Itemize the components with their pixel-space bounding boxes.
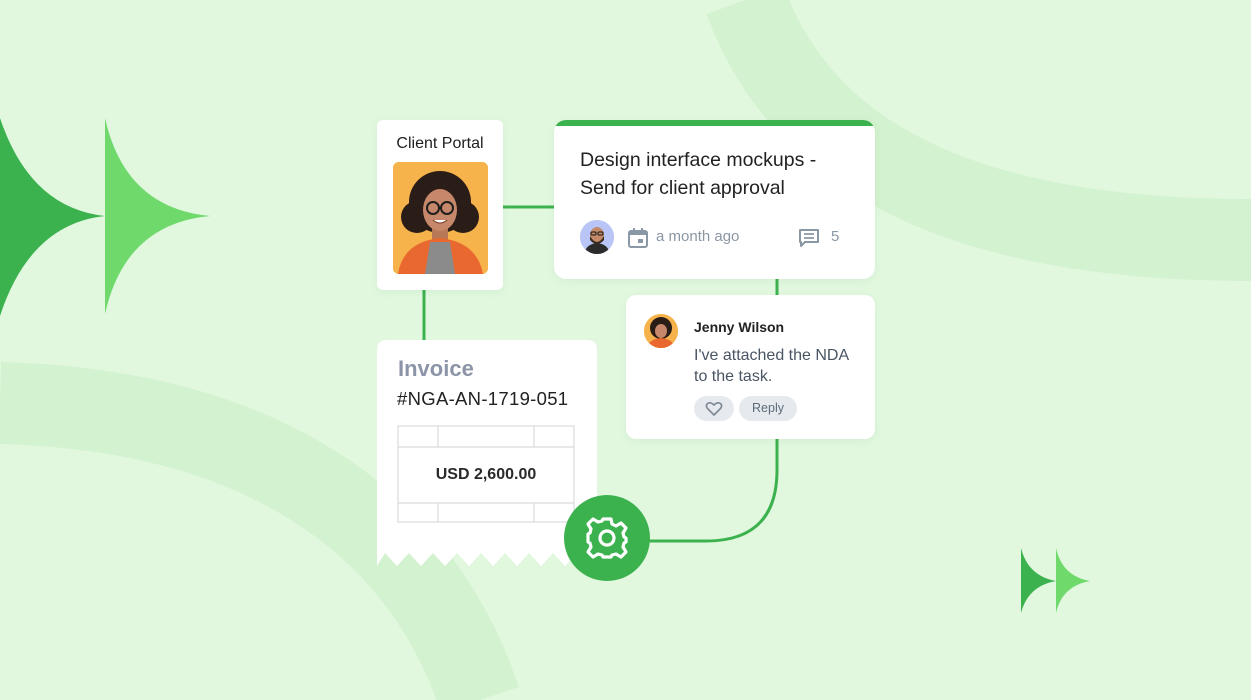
invoice-number: #NGA-AN-1719-051 xyxy=(397,388,569,409)
client-portal-title: Client Portal xyxy=(396,135,484,152)
client-photo xyxy=(393,162,488,274)
chat-bubble-icon[interactable] xyxy=(798,228,820,248)
gear-icon xyxy=(586,517,628,559)
task-card-accent-bar xyxy=(554,120,875,126)
comment-text: I've attached the NDA to the task. xyxy=(694,347,849,385)
comment-card[interactable]: Jenny Wilson I've attached the NDA to th… xyxy=(626,295,875,439)
task-date: a month ago xyxy=(656,228,740,245)
double-arrow-decoration-left xyxy=(0,118,210,316)
invoice-amount: USD 2,600.00 xyxy=(435,466,537,483)
commenter-avatar xyxy=(644,314,678,348)
assignee-avatar[interactable] xyxy=(580,220,614,254)
task-card[interactable]: Design interface mockups - Send for clie… xyxy=(554,120,875,279)
reply-button[interactable]: Reply xyxy=(739,396,797,421)
task-title: Design interface mockups - Send for clie… xyxy=(580,149,817,199)
calendar-icon xyxy=(628,228,648,248)
automation-gear-button[interactable] xyxy=(564,495,650,581)
client-portal-card[interactable]: Client Portal xyxy=(377,120,503,290)
heart-icon xyxy=(705,401,723,416)
like-button[interactable] xyxy=(694,396,734,421)
task-meta: a month ago 5 xyxy=(580,220,870,254)
comment-count: 5 xyxy=(831,228,840,245)
commenter-name: Jenny Wilson xyxy=(694,319,785,335)
invoice-label: Invoice xyxy=(398,356,474,381)
double-arrow-decoration-right xyxy=(1021,548,1090,613)
